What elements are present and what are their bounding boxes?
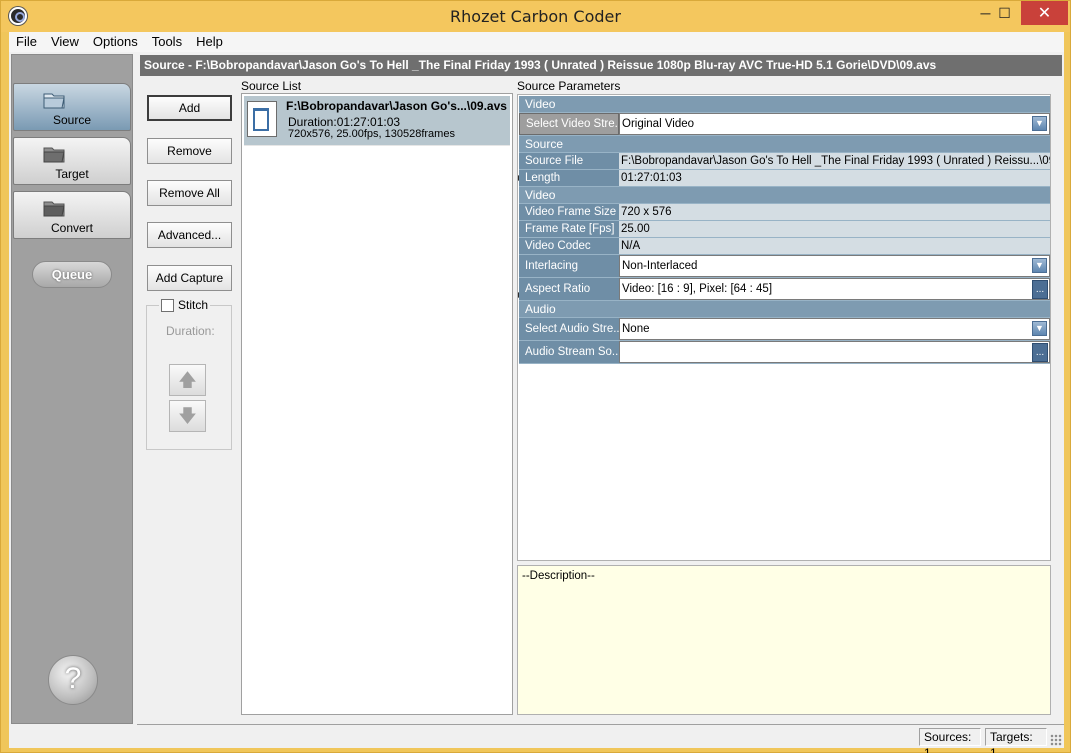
- add-button[interactable]: Add: [147, 95, 232, 121]
- menu-file[interactable]: File: [9, 32, 44, 52]
- window-title: Rhozet Carbon Coder: [450, 7, 621, 26]
- menu-help[interactable]: Help: [189, 32, 230, 52]
- target-folder-icon: [43, 147, 65, 163]
- source-parameters-panel: Video Select Video Stre... Original Vide…: [517, 94, 1051, 561]
- status-sources: Sources: 1: [919, 728, 981, 753]
- length-value: 01:27:01:03: [619, 170, 1050, 186]
- advanced-button[interactable]: Advanced...: [147, 222, 232, 248]
- remove-all-button[interactable]: Remove All: [147, 180, 232, 206]
- description-text: --Description--: [522, 570, 595, 582]
- select-video-stream-value: Original Video: [622, 118, 695, 130]
- move-up-button[interactable]: 🡅: [169, 364, 206, 396]
- close-button[interactable]: ✕: [1021, 1, 1068, 25]
- interlacing-label: Interlacing: [519, 255, 619, 277]
- video-details-header: Video: [519, 187, 1050, 204]
- source-path-bar: Source - F:\Bobropandavar\Jason Go's To …: [140, 55, 1062, 76]
- aspect-ratio-browse-button[interactable]: ...: [1032, 280, 1048, 299]
- row-aspect-ratio: Aspect Ratio Video: [16 : 9], Pixel: [64…: [518, 278, 1050, 301]
- frame-rate-label: Frame Rate [Fps]: [519, 221, 619, 237]
- add-capture-button[interactable]: Add Capture: [147, 265, 232, 291]
- row-frame-rate: Frame Rate [Fps] 25.00: [519, 221, 1050, 238]
- stitch-label: Stitch: [178, 298, 209, 312]
- select-video-stream-dropdown[interactable]: Original Video ▼: [619, 113, 1050, 135]
- row-frame-size: Video Frame Size 720 x 576: [519, 204, 1050, 221]
- row-select-video-stream: Select Video Stre... Original Video ▼: [519, 113, 1050, 136]
- row-source-file: Source File F:\Bobropandavar\Jason Go's …: [519, 153, 1050, 170]
- nav-tab-convert-label: Convert: [50, 221, 94, 235]
- aspect-ratio-label: Aspect Ratio: [519, 278, 619, 300]
- remove-button[interactable]: Remove: [147, 138, 232, 164]
- nav-tab-source-label: Source: [52, 113, 92, 127]
- interlacing-dropdown[interactable]: Non-Interlaced ▼: [619, 255, 1050, 277]
- frame-rate-value: 25.00: [619, 221, 1050, 237]
- video-file-icon: [247, 101, 277, 137]
- status-targets: Targets: 1: [985, 728, 1047, 753]
- frame-size-value: 720 x 576: [619, 204, 1050, 220]
- source-parameters-label: Source Parameters: [517, 79, 621, 93]
- menu-bar: File View Options Tools Help: [9, 32, 1064, 52]
- row-select-audio-stream: Select Audio Stre... None ▼: [519, 318, 1050, 341]
- nav-tab-convert[interactable]: Convert: [13, 191, 131, 239]
- source-list[interactable]: F:\Bobropandavar\Jason Go's...\09.avs Du…: [241, 93, 513, 715]
- description-panel: --Description--: [517, 565, 1051, 715]
- source-item-duration: Duration:01:27:01:03: [288, 115, 401, 129]
- audio-section-header: Audio: [519, 301, 1050, 318]
- queue-button[interactable]: Queue: [32, 261, 112, 288]
- nav-tab-target-label: Target: [55, 167, 89, 181]
- stitch-checkbox-box[interactable]: [161, 298, 174, 312]
- app-window: Rhozet Carbon Coder ─ ☐ ✕ File View Opti…: [0, 0, 1071, 753]
- left-nav-panel: Source Target Convert Queue ?: [11, 54, 133, 724]
- row-length: Length 01:27:01:03: [518, 170, 1050, 187]
- select-audio-stream-label: Select Audio Stre...: [519, 318, 619, 340]
- menu-tools[interactable]: Tools: [145, 32, 189, 52]
- arrow-up-icon: 🡅: [178, 370, 197, 390]
- interlacing-value: Non-Interlaced: [622, 260, 698, 272]
- row-interlacing: Interlacing Non-Interlaced ▼: [519, 255, 1050, 278]
- maximize-button[interactable]: ☐: [988, 1, 1021, 25]
- duration-label: Duration:: [166, 324, 215, 338]
- resize-grip-icon[interactable]: [1050, 734, 1062, 746]
- source-item-name: F:\Bobropandavar\Jason Go's...\09.avs: [286, 99, 507, 113]
- source-section-header: Source: [519, 136, 1050, 153]
- title-bar: Rhozet Carbon Coder ─ ☐ ✕: [1, 1, 1070, 32]
- source-item-info: 720x576, 25.00fps, 130528frames: [288, 128, 455, 140]
- convert-icon: [43, 201, 65, 217]
- source-file-value: F:\Bobropandavar\Jason Go's To Hell _The…: [619, 153, 1050, 169]
- video-section-header: Video: [519, 96, 1050, 113]
- select-audio-stream-value: None: [622, 323, 650, 335]
- aspect-ratio-value: Video: [16 : 9], Pixel: [64 : 45]: [622, 283, 773, 295]
- nav-tab-target[interactable]: Target: [13, 137, 131, 185]
- frame-size-label: Video Frame Size: [519, 204, 619, 220]
- audio-stream-source-label: Audio Stream So...: [519, 341, 619, 363]
- client-area: File View Options Tools Help Source Targ…: [9, 32, 1064, 753]
- video-codec-label: Video Codec: [519, 238, 619, 254]
- source-list-label: Source List: [241, 79, 302, 93]
- audio-stream-browse-button[interactable]: ...: [1032, 343, 1048, 362]
- chevron-down-icon[interactable]: ▼: [1032, 321, 1047, 336]
- status-bar: Sources: 1 Targets: 1: [9, 726, 1064, 753]
- move-down-button[interactable]: 🡇: [169, 400, 206, 432]
- length-label: Length: [519, 170, 619, 186]
- select-video-stream-label: Select Video Stre...: [519, 113, 619, 135]
- arrow-down-icon: 🡇: [178, 406, 197, 426]
- parameters-grid: Video Select Video Stre... Original Vide…: [518, 96, 1050, 364]
- stitch-checkbox[interactable]: Stitch: [159, 298, 211, 312]
- audio-stream-source-field[interactable]: ...: [619, 341, 1050, 363]
- folder-icon: [43, 93, 65, 109]
- select-audio-stream-dropdown[interactable]: None ▼: [619, 318, 1050, 340]
- chevron-down-icon[interactable]: ▼: [1032, 116, 1047, 131]
- divider: [137, 724, 1064, 725]
- chevron-down-icon[interactable]: ▼: [1032, 258, 1047, 273]
- nav-tab-source[interactable]: Source: [13, 83, 131, 131]
- source-file-label: Source File: [519, 153, 619, 169]
- aspect-ratio-field[interactable]: Video: [16 : 9], Pixel: [64 : 45] ...: [619, 278, 1050, 300]
- row-video-codec: Video Codec N/A: [519, 238, 1050, 255]
- source-list-item[interactable]: F:\Bobropandavar\Jason Go's...\09.avs Du…: [244, 96, 510, 146]
- help-icon[interactable]: ?: [48, 655, 98, 705]
- menu-options[interactable]: Options: [86, 32, 145, 52]
- row-audio-stream-source: Audio Stream So... ...: [519, 341, 1050, 364]
- menu-view[interactable]: View: [44, 32, 86, 52]
- video-codec-value: N/A: [619, 238, 1050, 254]
